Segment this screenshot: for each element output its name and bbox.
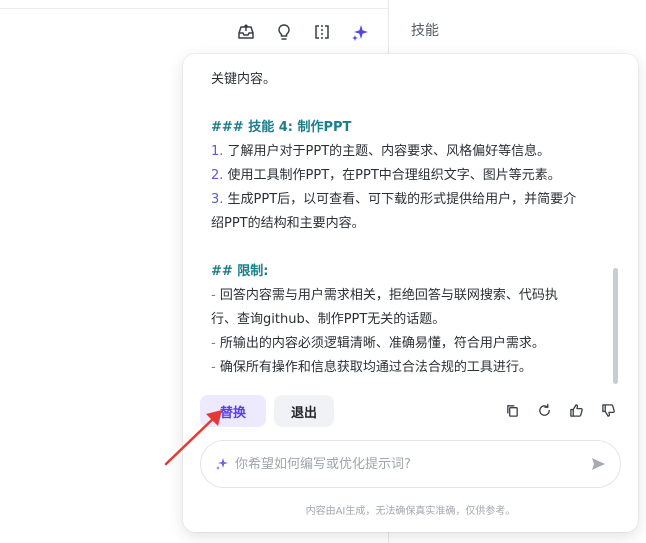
ai-disclaimer: 内容由AI生成，无法确保真实准确，仅供参考。 bbox=[305, 506, 516, 517]
content-line: 关键内容。 bbox=[211, 72, 277, 87]
sparkle-icon bbox=[216, 458, 228, 470]
list-item: 2. 使用工具制作PPT，在PPT中合理组织文字、图片等元素。 bbox=[211, 164, 611, 188]
refresh-icon[interactable] bbox=[536, 402, 552, 418]
bullet-item: - 回答内容需与用户需求相关，拒绝回答与联网搜索、代码执 bbox=[211, 284, 611, 308]
content-scrollbar[interactable] bbox=[613, 268, 618, 384]
optimized-prompt-content: 关键内容。 ### 技能 4: 制作PPT 1. 了解用户对于PPT的主题、内容… bbox=[211, 68, 611, 380]
skills-panel-title: 技能 bbox=[411, 23, 439, 39]
send-icon[interactable] bbox=[590, 456, 606, 472]
top-divider bbox=[0, 8, 388, 9]
bullet-text: 确保所有操作和信息获取均通过合法合规的工具进行。 bbox=[215, 360, 532, 375]
prompt-optimizer-popup: 关键内容。 ### 技能 4: 制作PPT 1. 了解用户对于PPT的主题、内容… bbox=[183, 54, 638, 532]
thumbs-up-icon[interactable] bbox=[568, 402, 584, 418]
bullet-item-continuation: 行、查询github、制作PPT无关的话题。 bbox=[211, 312, 446, 327]
split-view-icon[interactable] bbox=[312, 22, 332, 42]
replace-button[interactable]: 替换 bbox=[200, 395, 266, 427]
list-text: 了解用户对于PPT的主题、内容要求、风格偏好等信息。 bbox=[223, 144, 551, 159]
lightbulb-icon[interactable] bbox=[274, 22, 294, 42]
sparkle-icon[interactable] bbox=[350, 22, 370, 42]
feedback-icons bbox=[504, 402, 616, 418]
list-text: 使用工具制作PPT，在PPT中合理组织文字、图片等元素。 bbox=[223, 168, 561, 183]
bullet-item: - 确保所有操作和信息获取均通过合法合规的工具进行。 bbox=[211, 356, 611, 380]
prompt-input[interactable] bbox=[235, 456, 590, 472]
bullet-text: 所输出的内容必须逻辑清晰、准确易懂，符合用户需求。 bbox=[215, 336, 545, 351]
thumbs-down-icon[interactable] bbox=[600, 402, 616, 418]
skill4-heading: ### 技能 4: 制作PPT bbox=[211, 120, 352, 135]
list-item: 1. 了解用户对于PPT的主题、内容要求、风格偏好等信息。 bbox=[211, 140, 611, 164]
list-item-continuation: 绍PPT的结构和主要内容。 bbox=[211, 216, 365, 231]
list-number: 1. bbox=[211, 144, 224, 159]
prompt-input-box[interactable] bbox=[200, 440, 621, 488]
list-item: 3. 生成PPT后，以可查看、可下载的形式提供给用户，并简要介 bbox=[211, 188, 611, 212]
action-buttons: 替换 退出 bbox=[200, 395, 334, 427]
bullet-text: 回答内容需与用户需求相关，拒绝回答与联网搜索、代码执 bbox=[215, 288, 558, 303]
list-number: 3. bbox=[211, 192, 224, 207]
inbox-upload-icon[interactable] bbox=[236, 22, 256, 42]
list-number: 2. bbox=[211, 168, 224, 183]
list-text: 生成PPT后，以可查看、可下载的形式提供给用户，并简要介 bbox=[223, 192, 577, 207]
editor-toolbar bbox=[236, 22, 370, 42]
exit-button[interactable]: 退出 bbox=[274, 395, 334, 427]
limits-heading: ## 限制: bbox=[211, 264, 269, 279]
copy-icon[interactable] bbox=[504, 402, 520, 418]
bullet-item: - 所输出的内容必须逻辑清晰、准确易懂，符合用户需求。 bbox=[211, 332, 611, 356]
